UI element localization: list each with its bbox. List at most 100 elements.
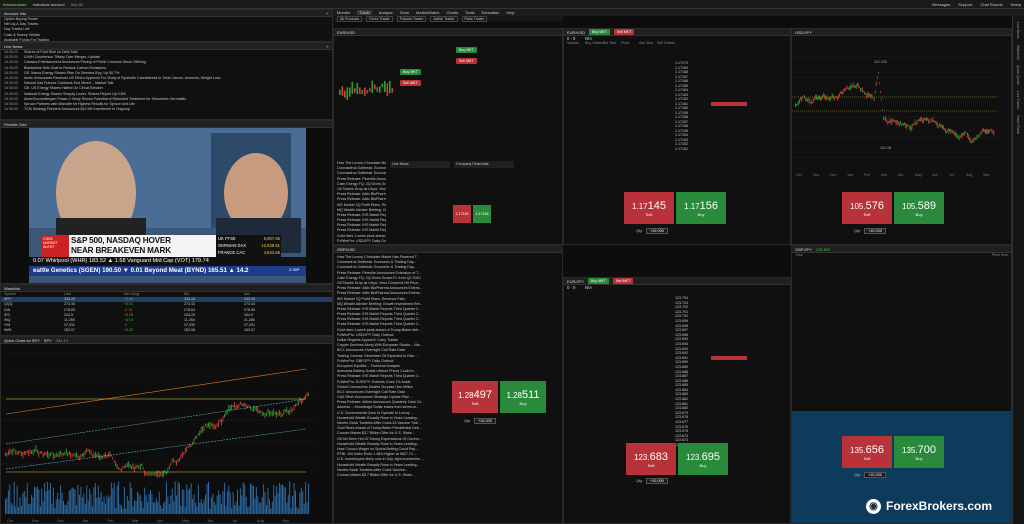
sell-button[interactable]: 1.17145 Sell [624, 192, 674, 224]
mini-buy-button[interactable]: 1.17156 [473, 205, 491, 223]
candle [293, 404, 295, 411]
candle [819, 95, 820, 100]
sidebar-tab[interactable]: Watchlist [1016, 45, 1020, 59]
volume-bar [266, 505, 267, 514]
qty-input[interactable]: +10,000 [473, 418, 496, 424]
candle [860, 87, 861, 93]
candle [853, 84, 855, 88]
sell-mkt-button[interactable]: Sell MKT [613, 29, 635, 35]
ladder-symbol[interactable]: EUR/JPY [567, 279, 584, 284]
candle [118, 467, 119, 470]
candle [241, 403, 243, 407]
sell-mkt-button[interactable]: Sell MKT [456, 58, 477, 64]
sidebar-tab[interactable]: Quick Quote [1016, 65, 1020, 85]
top-menu-item[interactable]: Messages [932, 2, 950, 7]
volume-bar [39, 506, 41, 514]
sidebar-tab[interactable]: Trade Flash [1016, 115, 1020, 134]
top-menu-item[interactable]: Chat Rooms [980, 2, 1002, 7]
watchlist-row[interactable]: IWM 153.07 +0.22 153.06 153.07 [1, 328, 332, 333]
sidebar-tab[interactable]: Live News [1016, 22, 1020, 39]
menu-item-education[interactable]: Education [482, 10, 500, 15]
top-menu-item[interactable]: Setup [1011, 2, 1021, 7]
news-headline: TCM Strategy Partners Announces $10.9M I… [24, 107, 130, 112]
chart-symbol[interactable]: SPY [44, 338, 52, 343]
candle [245, 403, 247, 410]
close-icon[interactable]: ✕ [326, 11, 329, 16]
candle [264, 412, 266, 419]
candle [218, 420, 220, 427]
menu-item-scan[interactable]: Scan [400, 10, 409, 15]
volume-bar [70, 489, 72, 514]
volume-bar [103, 496, 105, 514]
menu-item-help[interactable]: Help [506, 10, 514, 15]
chart-symbol[interactable]: USD/JPY [795, 30, 812, 35]
sell-button[interactable]: 105.576 Sell [842, 192, 892, 224]
buy-mkt-button[interactable]: Buy MKT [456, 47, 477, 53]
volume-bar [225, 506, 227, 514]
menu-item-monitor[interactable]: Monitor [337, 10, 350, 15]
ladder-symbol[interactable]: GBP/JPY [795, 247, 812, 252]
toolbar-tab[interactable]: Pairs Trader [461, 16, 488, 22]
close-icon[interactable]: ✕ [326, 44, 329, 49]
menu-item-trade[interactable]: Trade [357, 10, 372, 15]
sidebar-tab[interactable]: Live Trader [1016, 91, 1020, 109]
buy-mkt-button[interactable]: Buy MKT [587, 278, 609, 284]
mini-sell-button[interactable]: 1.17145 [453, 205, 471, 223]
buy-mkt-button[interactable]: Buy MKT [589, 29, 610, 35]
news-list: How The Luxury Chocolate Maker Has Power… [334, 255, 446, 523]
candle [798, 100, 799, 106]
buy-button[interactable]: 1.28511 Buy [500, 381, 546, 413]
buy-button[interactable]: 1.17156 Buy [676, 192, 726, 224]
menu-item-marketwatch[interactable]: MarketWatch [416, 10, 439, 15]
candle [123, 465, 125, 468]
index-row: UK FTSE 5,907.86 [218, 235, 280, 242]
toolbar-tab[interactable]: Futures Trader [396, 16, 427, 22]
sell-button[interactable]: 123.683 Sell [626, 443, 676, 475]
qty-input[interactable]: +10,000 [645, 478, 668, 484]
mini-candle-chart[interactable] [336, 39, 396, 149]
usdjpy-chart-panel: USD/JPY 112.225 101.18 Oct Nov Dec Jan Feb Mar A… [791, 28, 1012, 245]
menu-item-tools[interactable]: Tools [465, 10, 474, 15]
candle [210, 422, 212, 426]
candle [881, 98, 882, 101]
ladder-row[interactable]: 1.17151 [564, 147, 790, 152]
ladder-symbol[interactable]: GBP/USD [337, 247, 355, 252]
account-label[interactable]: Individual account [33, 2, 65, 7]
ladder-symbol[interactable]: EUR/USD [567, 30, 585, 35]
sell-button[interactable]: 1.28497 Sell [452, 381, 498, 413]
volume-bar [186, 484, 188, 514]
top-menu-item[interactable]: Support [958, 2, 972, 7]
toolbar-tab[interactable]: Forex Trader [366, 16, 393, 22]
candle [971, 140, 973, 144]
buy-button[interactable]: 123.695 Buy [678, 443, 728, 475]
forex-symbol[interactable]: EUR/USD [337, 30, 355, 35]
sell-mkt-button[interactable]: Sell MKT [612, 278, 634, 284]
volume-bar [289, 481, 291, 514]
buy-mkt-button-2[interactable]: Buy MKT [400, 69, 421, 75]
news-item[interactable]: 16:35:00 TCM Strategy Partners Announces … [1, 107, 332, 112]
qty-input[interactable]: +10,000 [863, 228, 886, 234]
candle [889, 117, 891, 123]
gbpjpy-header: GBP/JPY 135.692 [792, 246, 1011, 253]
menu-item-analyze[interactable]: Analyze [379, 10, 393, 15]
toolbar-tab[interactable]: Active Trader [430, 16, 458, 22]
toolbar-tab[interactable]: All Products [337, 16, 363, 22]
candle [804, 96, 806, 100]
headline-line-2: NEAR BREAKEVEN MARK [71, 246, 171, 255]
qty-input[interactable]: +10,000 [645, 228, 668, 234]
sell-button[interactable]: 135.656 Sell [842, 436, 892, 468]
candle [366, 90, 369, 94]
sell-mkt-button-2[interactable]: Sell MKT [400, 80, 421, 86]
buy-label: Buy [697, 211, 705, 217]
buy-button[interactable]: 105.589 Buy [894, 192, 944, 224]
quick-chart-canvas[interactable]: Oct Nov Dec Jan Feb Mar Apr May Jun Jul Aug Sep [1, 344, 333, 524]
news-item[interactable]: FxWirePro: USD/JPY Daily Outlook [334, 239, 386, 244]
qty-field: Qty: +10,000 [464, 418, 496, 424]
qty-input[interactable]: +10,000 [863, 472, 886, 478]
news-item[interactable]: Conoco Makes $3.7 Billion Offer for U.S.… [334, 473, 446, 478]
candle [374, 84, 376, 90]
buy-button[interactable]: 135.700 Buy [894, 436, 944, 468]
usdjpy-chart-canvas[interactable]: 112.225 101.18 Oct Nov Dec Jan Feb Mar Apr May Jun… [792, 49, 1012, 179]
menu-item-charts[interactable]: Charts [446, 10, 458, 15]
volume-bar [141, 501, 143, 514]
